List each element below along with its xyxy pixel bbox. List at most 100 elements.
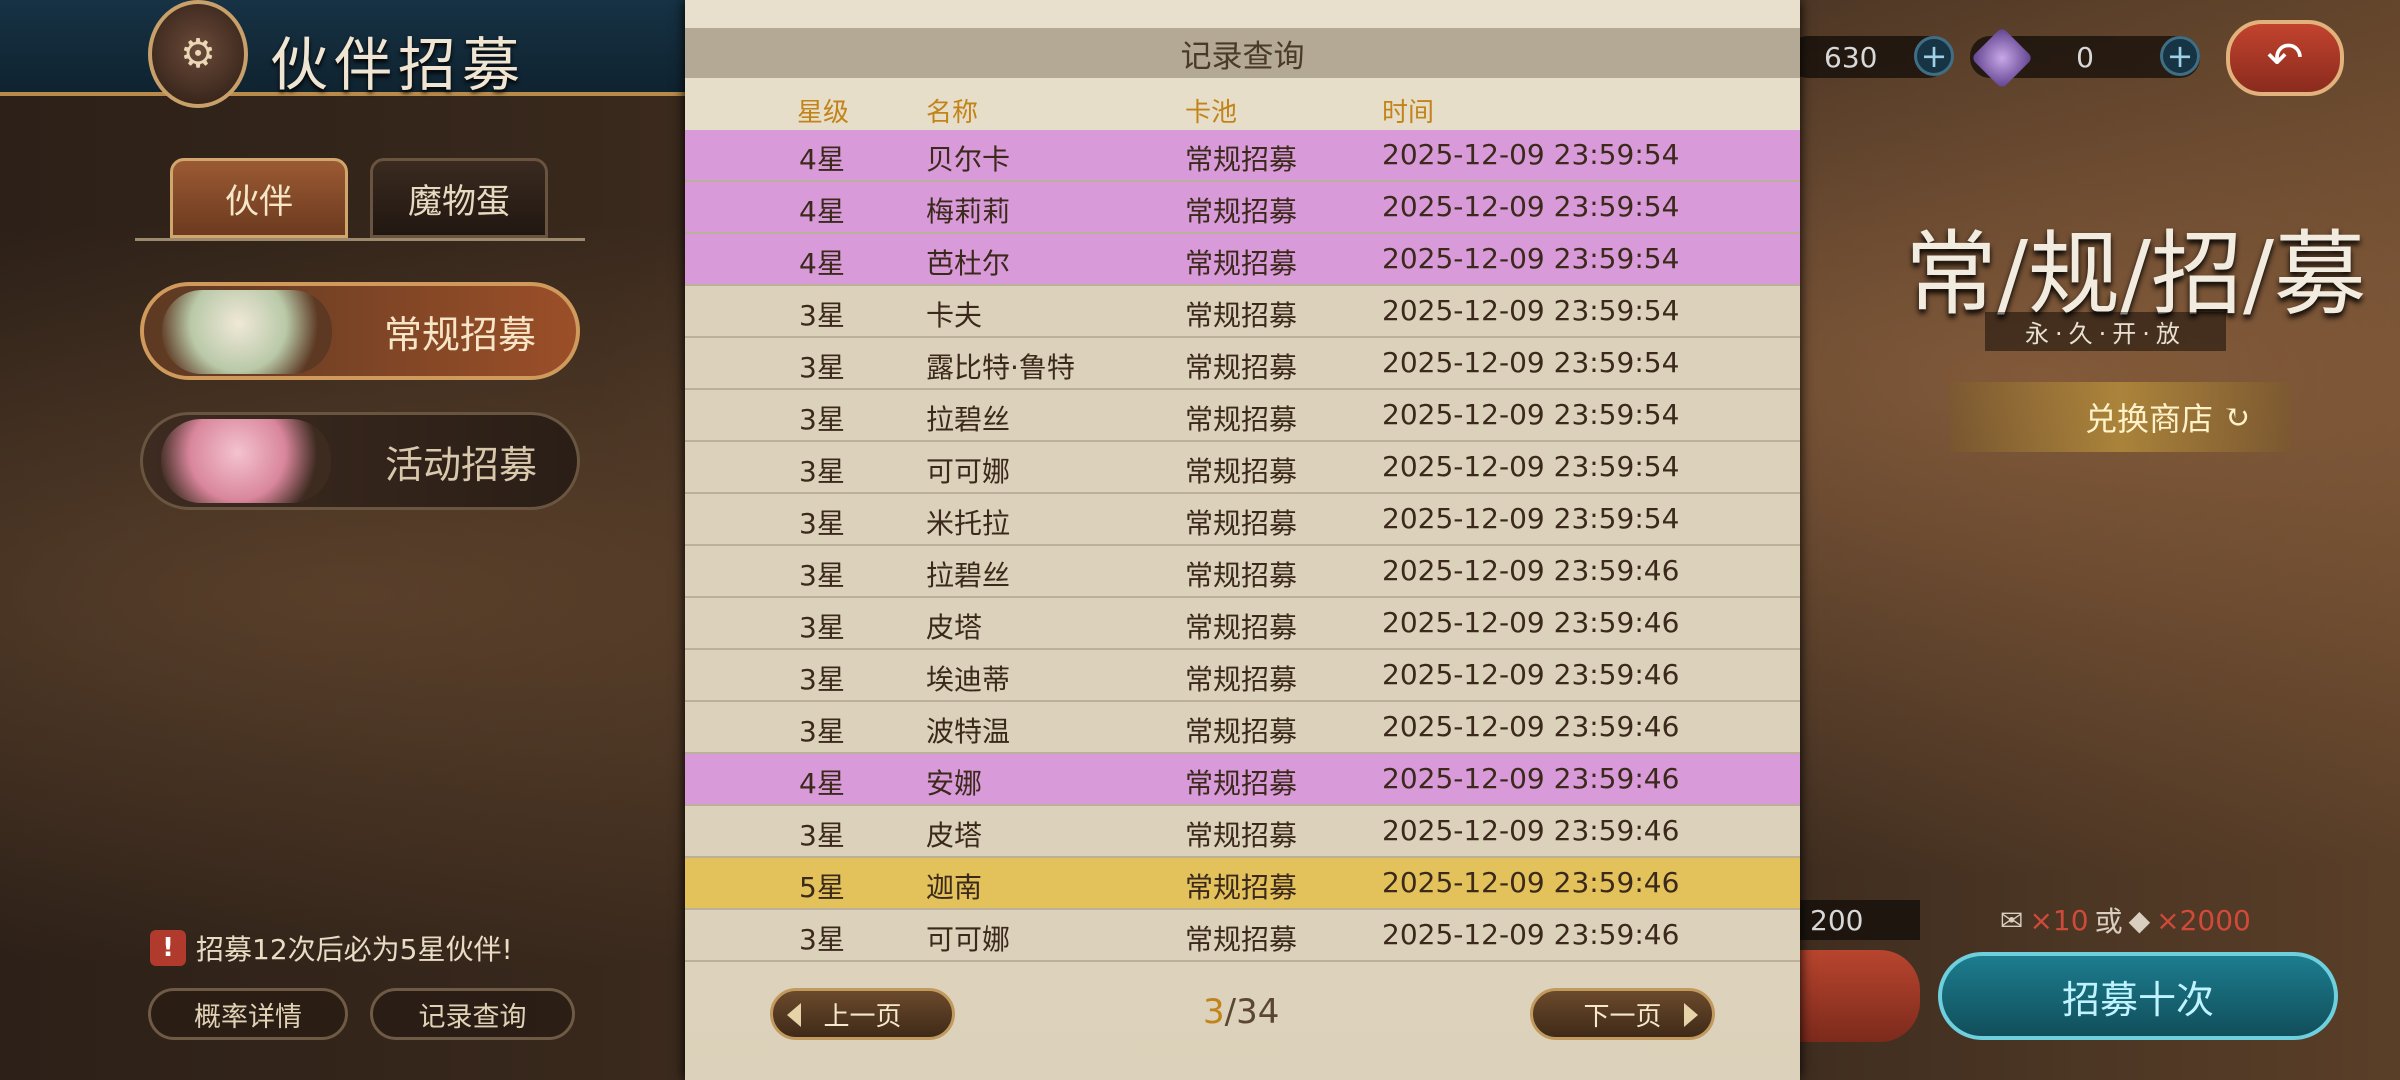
cell-pool: 常规招募 [1185, 299, 1298, 332]
table-row: 3星 皮塔 常规招募 2025-12-09 23:59:46 [685, 598, 1800, 650]
cell-pool: 常规招募 [1185, 195, 1298, 228]
event-recruit-label: 活动招募 [384, 442, 537, 487]
prev-page-button[interactable]: 上一页 [770, 988, 955, 1040]
table-row: 3星 拉碧丝 常规招募 2025-12-09 23:59:46 [685, 546, 1800, 598]
modal-title: 记录查询 [685, 28, 1800, 78]
table-row: 3星 皮塔 常规招募 2025-12-09 23:59:46 [685, 806, 1800, 858]
cell-name: 拉碧丝 [926, 559, 1011, 592]
col-header-pool: 卡池 [1185, 98, 1238, 128]
table-row: 3星 米托拉 常规招募 2025-12-09 23:59:54 [685, 494, 1800, 546]
cell-star: 3星 [799, 923, 845, 956]
table-row: 4星 安娜 常规招募 2025-12-09 23:59:46 [685, 754, 1800, 806]
cell-name: 安娜 [926, 767, 983, 800]
arrow-right-icon [1684, 1003, 1698, 1027]
cell-time: 2025-12-09 23:59:54 [1382, 346, 1680, 379]
cell-name: 贝尔卡 [926, 143, 1011, 176]
page-title: 伙伴招募 [270, 31, 527, 99]
ten-pull-button[interactable]: 招募十次 [1938, 952, 2338, 1040]
single-recruit-button[interactable] [1790, 950, 1920, 1042]
cell-name: 拉碧丝 [926, 403, 1011, 436]
table-row: 4星 芭杜尔 常规招募 2025-12-09 23:59:54 [685, 234, 1800, 286]
col-header-name: 名称 [926, 98, 979, 128]
add-gem-button[interactable]: + [2160, 36, 2200, 76]
cell-name: 米托拉 [926, 507, 1011, 540]
page-indicator: 3/34 [1203, 992, 1279, 1032]
cost-or: 或 [2094, 905, 2123, 938]
cell-time: 2025-12-09 23:59:46 [1382, 554, 1680, 587]
cell-star: 3星 [799, 715, 845, 748]
next-page-button[interactable]: 下一页 [1530, 988, 1715, 1040]
tab-partner[interactable]: 伙伴 [170, 158, 348, 238]
event-recruit-button[interactable]: 活动招募 [140, 412, 580, 510]
cell-name: 芭杜尔 [926, 247, 1011, 280]
cell-time: 2025-12-09 23:59:46 [1382, 866, 1680, 899]
cell-pool: 常规招募 [1185, 247, 1298, 280]
cell-star: 3星 [799, 663, 845, 696]
add-currency-button[interactable]: + [1914, 36, 1954, 76]
cell-pool: 常规招募 [1185, 767, 1298, 800]
cell-pool: 常规招募 [1185, 455, 1298, 488]
cell-pool: 常规招募 [1185, 663, 1298, 696]
table-row: 3星 可可娜 常规招募 2025-12-09 23:59:54 [685, 442, 1800, 494]
cell-pool: 常规招募 [1185, 143, 1298, 176]
cell-time: 2025-12-09 23:59:54 [1382, 450, 1680, 483]
cell-pool: 常规招募 [1185, 351, 1298, 384]
cell-time: 2025-12-09 23:59:46 [1382, 762, 1680, 795]
cell-name: 卡夫 [926, 299, 983, 332]
cell-star: 3星 [799, 559, 845, 592]
cell-pool: 常规招募 [1185, 923, 1298, 956]
table-row: 3星 埃迪蒂 常规招募 2025-12-09 23:59:46 [685, 650, 1800, 702]
regular-recruit-button[interactable]: 常规招募 [140, 282, 580, 380]
next-page-label: 下一页 [1583, 1001, 1662, 1032]
exchange-shop-button[interactable]: 兑换商店 ↻ [1950, 382, 2290, 452]
ticket-cost: ×10 [2029, 903, 2089, 937]
cell-time: 2025-12-09 23:59:46 [1382, 710, 1680, 743]
cell-time: 2025-12-09 23:59:46 [1382, 918, 1680, 951]
guarantee-text: 招募12次后必为5星伙伴! [196, 933, 513, 966]
cell-name: 可可娜 [926, 923, 1011, 956]
cell-time: 2025-12-09 23:59:46 [1382, 814, 1680, 847]
table-row: 4星 梅莉莉 常规招募 2025-12-09 23:59:54 [685, 182, 1800, 234]
cell-star: 3星 [799, 403, 845, 436]
table-row: 3星 露比特·鲁特 常规招募 2025-12-09 23:59:54 [685, 338, 1800, 390]
cell-star: 4星 [799, 767, 845, 800]
gem-cost: ×2000 [2156, 903, 2251, 937]
tab-divider [135, 238, 585, 241]
arrow-left-icon [787, 1003, 801, 1027]
cell-star: 3星 [799, 611, 845, 644]
character-portrait [161, 419, 331, 503]
cell-pool: 常规招募 [1185, 715, 1298, 748]
back-button[interactable]: ↶ [2226, 20, 2344, 96]
cell-star: 3星 [799, 507, 845, 540]
col-header-star: 星级 [797, 98, 850, 128]
table-row: 4星 贝尔卡 常规招募 2025-12-09 23:59:54 [685, 130, 1800, 182]
gem-cost-icon: ◆ [2128, 903, 2151, 937]
regular-recruit-label: 常规招募 [383, 312, 536, 357]
cell-star: 3星 [799, 455, 845, 488]
rates-button[interactable]: 概率详情 [148, 988, 348, 1040]
character-portrait [162, 290, 332, 374]
cell-name: 埃迪蒂 [926, 663, 1011, 696]
cell-name: 迦南 [926, 871, 983, 904]
cell-time: 2025-12-09 23:59:54 [1382, 242, 1680, 275]
cell-star: 4星 [799, 247, 845, 280]
cell-star: 3星 [799, 351, 845, 384]
table-row: 3星 拉碧丝 常规招募 2025-12-09 23:59:54 [685, 390, 1800, 442]
cell-star: 3星 [799, 819, 845, 852]
tab-monster-egg[interactable]: 魔物蛋 [370, 158, 548, 238]
cell-time: 2025-12-09 23:59:54 [1382, 138, 1680, 171]
pager: 上一页 3/34 下一页 [685, 980, 1800, 1040]
cell-name: 皮塔 [926, 819, 983, 852]
prev-page-label: 上一页 [823, 1001, 902, 1032]
table-row: 3星 波特温 常规招募 2025-12-09 23:59:46 [685, 702, 1800, 754]
guarantee-notice: ! 招募12次后必为5星伙伴! [150, 928, 513, 968]
cell-time: 2025-12-09 23:59:54 [1382, 502, 1680, 535]
cell-pool: 常规招募 [1185, 507, 1298, 540]
table-row: 3星 卡夫 常规招募 2025-12-09 23:59:54 [685, 286, 1800, 338]
table-row: 3星 可可娜 常规招募 2025-12-09 23:59:46 [685, 910, 1800, 962]
records-button[interactable]: 记录查询 [370, 988, 575, 1040]
exchange-shop-label: 兑换商店 [2085, 400, 2214, 438]
cell-time: 2025-12-09 23:59:54 [1382, 190, 1680, 223]
cell-star: 4星 [799, 195, 845, 228]
ticket-icon: ✉ [2000, 903, 2024, 937]
